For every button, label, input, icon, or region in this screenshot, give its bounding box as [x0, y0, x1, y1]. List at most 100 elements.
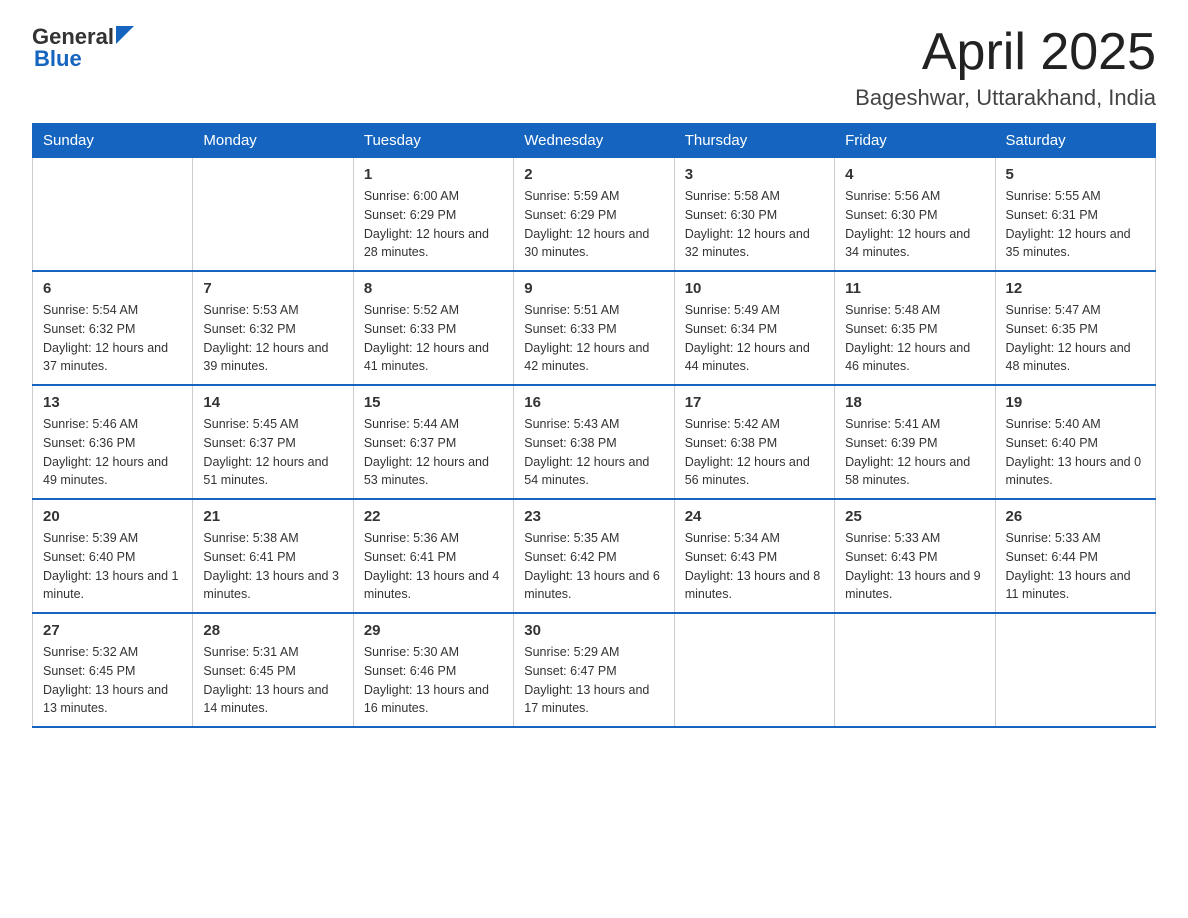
location-subtitle: Bageshwar, Uttarakhand, India	[855, 85, 1156, 111]
day-info: Sunrise: 6:00 AMSunset: 6:29 PMDaylight:…	[364, 187, 503, 262]
weekday-header: Saturday	[995, 124, 1155, 158]
day-info: Sunrise: 5:43 AMSunset: 6:38 PMDaylight:…	[524, 415, 663, 490]
logo-blue: Blue	[32, 46, 134, 72]
weekday-header: Thursday	[674, 124, 834, 158]
calendar-cell: 26 Sunrise: 5:33 AMSunset: 6:44 PMDayligh…	[995, 499, 1155, 613]
day-info: Sunrise: 5:59 AMSunset: 6:29 PMDaylight:…	[524, 187, 663, 262]
day-info: Sunrise: 5:39 AMSunset: 6:40 PMDaylight:…	[43, 529, 182, 604]
day-number: 15	[364, 394, 503, 411]
logo-arrow-icon	[116, 26, 134, 44]
calendar-week-row: 20 Sunrise: 5:39 AMSunset: 6:40 PMDayligh…	[33, 499, 1156, 613]
day-info: Sunrise: 5:41 AMSunset: 6:39 PMDaylight:…	[845, 415, 984, 490]
calendar-body: 1 Sunrise: 6:00 AMSunset: 6:29 PMDaylight…	[33, 158, 1156, 728]
day-info: Sunrise: 5:40 AMSunset: 6:40 PMDaylight:…	[1006, 415, 1145, 490]
calendar-cell	[674, 613, 834, 727]
day-info: Sunrise: 5:49 AMSunset: 6:34 PMDaylight:…	[685, 301, 824, 376]
calendar-cell	[33, 158, 193, 272]
calendar-cell: 20 Sunrise: 5:39 AMSunset: 6:40 PMDayligh…	[33, 499, 193, 613]
calendar-week-row: 1 Sunrise: 6:00 AMSunset: 6:29 PMDaylight…	[33, 158, 1156, 272]
weekday-header: Monday	[193, 124, 353, 158]
calendar-cell: 11 Sunrise: 5:48 AMSunset: 6:35 PMDayligh…	[835, 271, 995, 385]
calendar-cell: 16 Sunrise: 5:43 AMSunset: 6:38 PMDayligh…	[514, 385, 674, 499]
day-number: 13	[43, 394, 182, 411]
day-info: Sunrise: 5:30 AMSunset: 6:46 PMDaylight:…	[364, 643, 503, 718]
day-number: 2	[524, 166, 663, 183]
calendar-cell: 15 Sunrise: 5:44 AMSunset: 6:37 PMDayligh…	[353, 385, 513, 499]
calendar-cell: 18 Sunrise: 5:41 AMSunset: 6:39 PMDayligh…	[835, 385, 995, 499]
day-info: Sunrise: 5:36 AMSunset: 6:41 PMDaylight:…	[364, 529, 503, 604]
calendar-cell: 24 Sunrise: 5:34 AMSunset: 6:43 PMDayligh…	[674, 499, 834, 613]
day-number: 8	[364, 280, 503, 297]
calendar-cell: 14 Sunrise: 5:45 AMSunset: 6:37 PMDayligh…	[193, 385, 353, 499]
calendar-cell: 17Sunrise: 5:42 AMSunset: 6:38 PMDayligh…	[674, 385, 834, 499]
day-number: 28	[203, 622, 342, 639]
day-number: 25	[845, 508, 984, 525]
logo: General Blue	[32, 24, 134, 72]
day-number: 18	[845, 394, 984, 411]
weekday-header: Sunday	[33, 124, 193, 158]
day-number: 6	[43, 280, 182, 297]
day-info: Sunrise: 5:47 AMSunset: 6:35 PMDaylight:…	[1006, 301, 1145, 376]
day-number: 12	[1006, 280, 1145, 297]
day-number: 9	[524, 280, 663, 297]
weekday-header: Wednesday	[514, 124, 674, 158]
day-number: 29	[364, 622, 503, 639]
calendar-cell: 4 Sunrise: 5:56 AMSunset: 6:30 PMDaylight…	[835, 158, 995, 272]
day-number: 10	[685, 280, 824, 297]
calendar-table: SundayMondayTuesdayWednesdayThursdayFrid…	[32, 123, 1156, 728]
day-info: Sunrise: 5:56 AMSunset: 6:30 PMDaylight:…	[845, 187, 984, 262]
day-info: Sunrise: 5:51 AMSunset: 6:33 PMDaylight:…	[524, 301, 663, 376]
calendar-cell: 5Sunrise: 5:55 AMSunset: 6:31 PMDaylight…	[995, 158, 1155, 272]
day-info: Sunrise: 5:46 AMSunset: 6:36 PMDaylight:…	[43, 415, 182, 490]
calendar-cell: 13 Sunrise: 5:46 AMSunset: 6:36 PMDayligh…	[33, 385, 193, 499]
calendar-cell: 19 Sunrise: 5:40 AMSunset: 6:40 PMDayligh…	[995, 385, 1155, 499]
calendar-cell: 30Sunrise: 5:29 AMSunset: 6:47 PMDayligh…	[514, 613, 674, 727]
day-number: 19	[1006, 394, 1145, 411]
calendar-cell: 22Sunrise: 5:36 AMSunset: 6:41 PMDayligh…	[353, 499, 513, 613]
day-number: 21	[203, 508, 342, 525]
day-number: 7	[203, 280, 342, 297]
day-number: 26	[1006, 508, 1145, 525]
day-number: 27	[43, 622, 182, 639]
day-number: 16	[524, 394, 663, 411]
calendar-week-row: 6Sunrise: 5:54 AMSunset: 6:32 PMDaylight…	[33, 271, 1156, 385]
calendar-cell: 7Sunrise: 5:53 AMSunset: 6:32 PMDaylight…	[193, 271, 353, 385]
calendar-cell: 6Sunrise: 5:54 AMSunset: 6:32 PMDaylight…	[33, 271, 193, 385]
calendar-cell	[995, 613, 1155, 727]
day-number: 4	[845, 166, 984, 183]
calendar-cell: 1 Sunrise: 6:00 AMSunset: 6:29 PMDaylight…	[353, 158, 513, 272]
calendar-cell: 3 Sunrise: 5:58 AMSunset: 6:30 PMDaylight…	[674, 158, 834, 272]
day-number: 11	[845, 280, 984, 297]
day-number: 14	[203, 394, 342, 411]
weekday-header: Friday	[835, 124, 995, 158]
calendar-week-row: 27Sunrise: 5:32 AMSunset: 6:45 PMDayligh…	[33, 613, 1156, 727]
day-info: Sunrise: 5:52 AMSunset: 6:33 PMDaylight:…	[364, 301, 503, 376]
day-info: Sunrise: 5:31 AMSunset: 6:45 PMDaylight:…	[203, 643, 342, 718]
day-info: Sunrise: 5:58 AMSunset: 6:30 PMDaylight:…	[685, 187, 824, 262]
calendar-cell: 9 Sunrise: 5:51 AMSunset: 6:33 PMDaylight…	[514, 271, 674, 385]
day-number: 20	[43, 508, 182, 525]
day-info: Sunrise: 5:44 AMSunset: 6:37 PMDaylight:…	[364, 415, 503, 490]
day-number: 23	[524, 508, 663, 525]
day-info: Sunrise: 5:42 AMSunset: 6:38 PMDaylight:…	[685, 415, 824, 490]
calendar-cell: 25 Sunrise: 5:33 AMSunset: 6:43 PMDayligh…	[835, 499, 995, 613]
title-block: April 2025 Bageshwar, Uttarakhand, India	[855, 24, 1156, 111]
day-number: 1	[364, 166, 503, 183]
day-info: Sunrise: 5:45 AMSunset: 6:37 PMDaylight:…	[203, 415, 342, 490]
day-info: Sunrise: 5:35 AMSunset: 6:42 PMDaylight:…	[524, 529, 663, 604]
day-info: Sunrise: 5:48 AMSunset: 6:35 PMDaylight:…	[845, 301, 984, 376]
calendar-cell: 29 Sunrise: 5:30 AMSunset: 6:46 PMDayligh…	[353, 613, 513, 727]
day-info: Sunrise: 5:34 AMSunset: 6:43 PMDaylight:…	[685, 529, 824, 604]
calendar-cell: 2 Sunrise: 5:59 AMSunset: 6:29 PMDaylight…	[514, 158, 674, 272]
day-number: 3	[685, 166, 824, 183]
day-info: Sunrise: 5:33 AMSunset: 6:43 PMDaylight:…	[845, 529, 984, 604]
calendar-cell: 10 Sunrise: 5:49 AMSunset: 6:34 PMDayligh…	[674, 271, 834, 385]
day-info: Sunrise: 5:33 AMSunset: 6:44 PMDaylight:…	[1006, 529, 1145, 604]
calendar-cell: 21Sunrise: 5:38 AMSunset: 6:41 PMDayligh…	[193, 499, 353, 613]
day-info: Sunrise: 5:55 AMSunset: 6:31 PMDaylight:…	[1006, 187, 1145, 262]
calendar-cell: 28 Sunrise: 5:31 AMSunset: 6:45 PMDayligh…	[193, 613, 353, 727]
calendar-cell: 23 Sunrise: 5:35 AMSunset: 6:42 PMDayligh…	[514, 499, 674, 613]
month-year-title: April 2025	[855, 24, 1156, 81]
day-number: 24	[685, 508, 824, 525]
weekday-header: Tuesday	[353, 124, 513, 158]
